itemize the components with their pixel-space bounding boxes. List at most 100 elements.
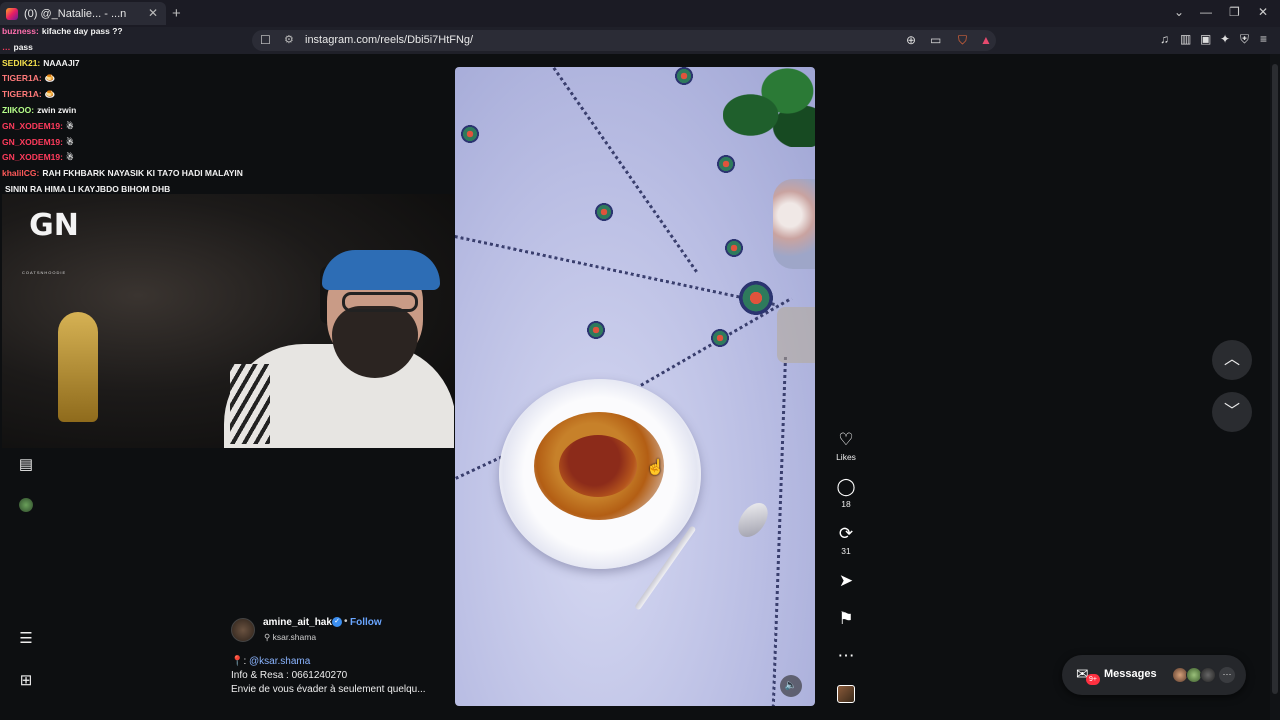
bookmark-save-icon: ⚑ [838, 609, 854, 628]
chat-username: GN_XODEM19: [2, 120, 63, 131]
trophy-figure [58, 312, 98, 422]
heart-icon: ♡ [838, 430, 854, 449]
save-button[interactable]: ⚑ [832, 609, 860, 629]
comment-icon: ◯ [836, 477, 856, 496]
embroidery-motif [671, 67, 697, 89]
channel-logo-subtitle: COATSNHOODIE [22, 270, 67, 275]
chat-text: 🍮 [44, 89, 56, 100]
url-text[interactable]: instagram.com/reels/Dbi5i7HtFNg/ [305, 34, 473, 46]
caption-description[interactable]: Envie de vous évader à seulement quelqu.… [231, 684, 426, 695]
caption-mention[interactable]: @ksar.shama [249, 656, 310, 667]
channel-logo: GN [29, 208, 79, 243]
separator-dot: • [344, 616, 348, 627]
chat-message: TIGER1A: 🍮 [2, 71, 262, 87]
chat-message: GN_XODEM19: ☃ [2, 119, 262, 135]
chat-message: khalilCG: RAH FKHBARK NAYASIK KI TA7O HAD… [2, 166, 262, 182]
chat-text: 🍮 [44, 73, 56, 84]
author-avatar[interactable] [231, 618, 255, 642]
vase [773, 179, 815, 269]
chat-text: zwin zwin [37, 104, 77, 115]
reposts-count: 31 [841, 546, 851, 556]
tab-list-chevron-icon[interactable]: ⌄ [1174, 5, 1184, 19]
insights-icon[interactable]: ▤ [17, 456, 35, 474]
webcam-feed: GN COATSNHOODIE [2, 194, 454, 448]
chat-text: NAAAJI7 [43, 57, 80, 68]
menu-icon[interactable]: ≡ [1260, 32, 1267, 46]
tab-close-icon[interactable]: ✕ [148, 6, 158, 20]
cast-icon[interactable]: ▭ [930, 33, 941, 47]
embroidery-line [771, 356, 787, 706]
embroidery-line [552, 67, 699, 274]
leo-icon[interactable]: ✦ [1220, 32, 1230, 46]
tab-bar: (0) @_Natalie... - ...n ✕ + ⌄ — ❐ ✕ [0, 0, 1280, 27]
repost-icon: ⟳ [838, 524, 854, 543]
glass [777, 307, 815, 363]
active-tab[interactable]: (0) @_Natalie... - ...n ✕ [0, 2, 166, 25]
window-close-icon[interactable]: ✕ [1258, 5, 1268, 19]
chat-username: TIGER1A: [2, 89, 42, 100]
chat-username: GN_XODEM19: [2, 152, 63, 163]
chat-username: TIGER1A: [2, 73, 42, 84]
profile-avatar[interactable] [17, 498, 35, 516]
author-username[interactable]: amine_ait_hak [263, 617, 332, 628]
chat-overlay: buzness: kifache day pass ??… pass SEDIK21:… [2, 24, 262, 198]
plant-leaves [723, 67, 815, 147]
more-horizontal-icon: ⋯ [837, 646, 855, 665]
address-bar[interactable]: ☐ ⚙ instagram.com/reels/Dbi5i7HtFNg/ ⊕ ▭… [252, 30, 996, 51]
chevron-up-icon: ︿ [1223, 351, 1240, 368]
restore-icon[interactable]: ❐ [1229, 5, 1240, 19]
page-scrollbar[interactable] [1270, 54, 1280, 720]
mute-icon[interactable]: 🔈 [780, 675, 802, 697]
chat-text: ☃ [65, 136, 74, 147]
new-tab-icon[interactable]: + [172, 5, 181, 22]
chat-message: ZIIKOO: zwin zwin [2, 103, 262, 119]
share-button[interactable]: ➤ [832, 571, 860, 591]
send-icon: ➤ [838, 571, 854, 590]
also-from-meta-icon[interactable]: ⊞ [17, 672, 35, 690]
audio-location-label[interactable]: ⚲ ksar.shama [264, 632, 316, 643]
chat-message: SININ RA HIMA LI KAYJBDO BIHOM DHB [2, 182, 262, 198]
previous-reel-button[interactable]: ︿ [1212, 340, 1252, 380]
minimize-icon[interactable]: — [1200, 5, 1212, 19]
chat-text: SININ RA HIMA LI KAYJBDO BIHOM DHB [5, 183, 171, 194]
instagram-favicon-icon [6, 7, 18, 20]
vpn-icon[interactable]: ⛨ [1240, 32, 1249, 47]
repost-button[interactable]: ⟳ 31 [832, 524, 860, 556]
chat-message: GN_XODEM19: ☃ [2, 150, 262, 166]
more-options-button[interactable]: ⋯ [832, 646, 860, 666]
reel-video[interactable]: 🔈 [455, 67, 815, 706]
scrollbar-thumb[interactable] [1272, 64, 1278, 694]
embroidery-motif [713, 151, 739, 177]
more-menu-icon[interactable]: ☰ [17, 630, 35, 648]
wallet-icon[interactable]: ▣ [1200, 32, 1211, 46]
like-button[interactable]: ♡ Likes [832, 430, 860, 462]
person-icon: ⚲ [264, 632, 273, 642]
chat-message: buzness: kifache day pass ?? [2, 24, 262, 40]
chat-message: … pass [2, 40, 262, 56]
more-horizontal-icon: ⋯ [1219, 667, 1235, 683]
streamer-cap [322, 250, 440, 290]
chat-text: pass [13, 41, 33, 52]
chat-username: … [2, 41, 11, 52]
audio-thumbnail[interactable] [837, 685, 855, 703]
zoom-icon[interactable]: ⊕ [906, 33, 916, 47]
chat-text: kifache day pass ?? [41, 26, 123, 36]
chat-username: SEDIK21: [2, 57, 41, 68]
media-icon[interactable]: ♫ [1160, 32, 1169, 46]
mouse-cursor-icon: ☝ [646, 459, 665, 476]
chat-username: GN_XODEM19: [2, 136, 63, 147]
flan [559, 435, 637, 497]
site-info-icon[interactable]: ⚙ [284, 33, 294, 46]
follow-button[interactable]: Follow [350, 617, 382, 628]
brave-shield-icon[interactable]: ⛉ [958, 33, 967, 48]
messages-label: Messages [1104, 668, 1157, 680]
embroidery-motif [707, 325, 733, 351]
comment-button[interactable]: ◯ 18 [832, 477, 860, 509]
brave-rewards-icon[interactable]: ▲ [980, 33, 992, 47]
sidebar-icon[interactable]: ▥ [1180, 32, 1191, 46]
chat-message: GN_XODEM19: ☃ [2, 135, 262, 151]
messages-button[interactable]: ✉ 9+ Messages ⋯ [1062, 655, 1246, 695]
tab-title: (0) @_Natalie... - ...n [24, 7, 127, 20]
next-reel-button[interactable]: ﹀ [1212, 392, 1252, 432]
chat-text: ☃ [65, 152, 74, 163]
